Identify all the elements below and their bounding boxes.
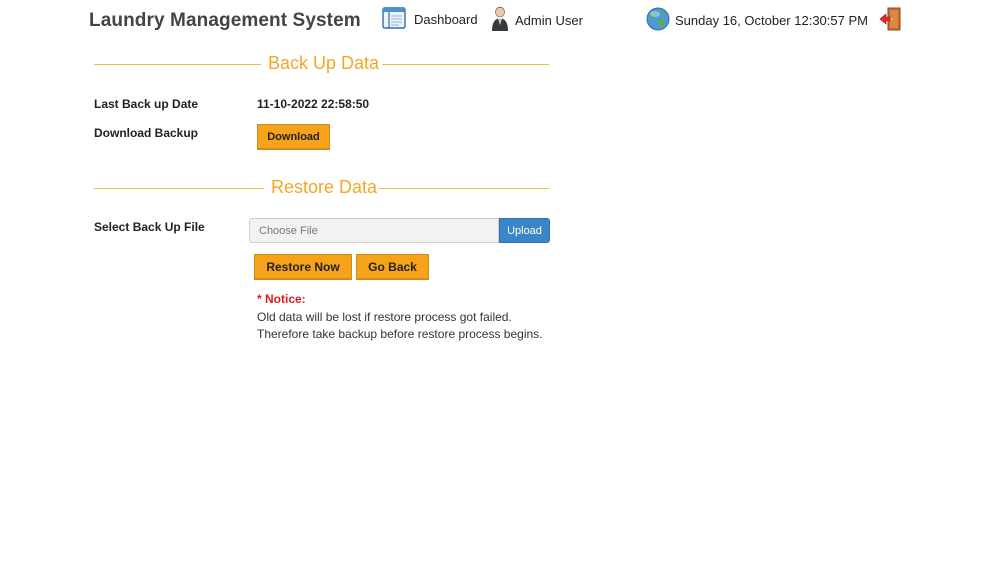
datetime-text: Sunday 16, October 12:30:57 PM	[675, 13, 868, 28]
restore-section-title: Restore Data	[271, 177, 378, 197]
notice-line-2: Therefore take backup before restore pro…	[257, 327, 543, 341]
backup-divider-left	[94, 64, 261, 65]
backup-section-title: Back Up Data	[268, 53, 380, 73]
last-backup-value: 11-10-2022 22:58:50	[257, 97, 370, 111]
go-back-button[interactable]: Go Back	[356, 254, 429, 280]
dashboard-icon	[382, 7, 406, 32]
restore-divider-right	[379, 188, 549, 189]
restore-divider-left	[94, 188, 264, 189]
logout-icon	[879, 7, 901, 36]
notice-line-1: Old data will be lost if restore process…	[257, 310, 512, 324]
last-backup-label: Last Back up Date	[94, 97, 199, 111]
app-title: Laundry Management System	[89, 10, 361, 31]
user-icon	[490, 6, 510, 35]
dashboard-label: Dashboard	[414, 12, 478, 27]
user-label: Admin User	[515, 13, 583, 28]
globe-icon	[646, 7, 670, 34]
upload-button[interactable]: Upload	[499, 218, 550, 243]
download-button[interactable]: Download	[257, 124, 330, 150]
notice-title: * Notice:	[257, 292, 306, 306]
user-menu[interactable]: Admin User	[490, 6, 583, 35]
backup-divider-right	[382, 64, 549, 65]
logout-button[interactable]	[879, 7, 901, 36]
dashboard-link[interactable]: Dashboard	[382, 7, 478, 32]
restore-now-button[interactable]: Restore Now	[254, 254, 352, 280]
select-file-label: Select Back Up File	[94, 220, 205, 234]
file-input[interactable]: Choose File	[249, 218, 499, 243]
datetime-display: Sunday 16, October 12:30:57 PM	[646, 7, 868, 34]
download-backup-label: Download Backup	[94, 126, 199, 140]
